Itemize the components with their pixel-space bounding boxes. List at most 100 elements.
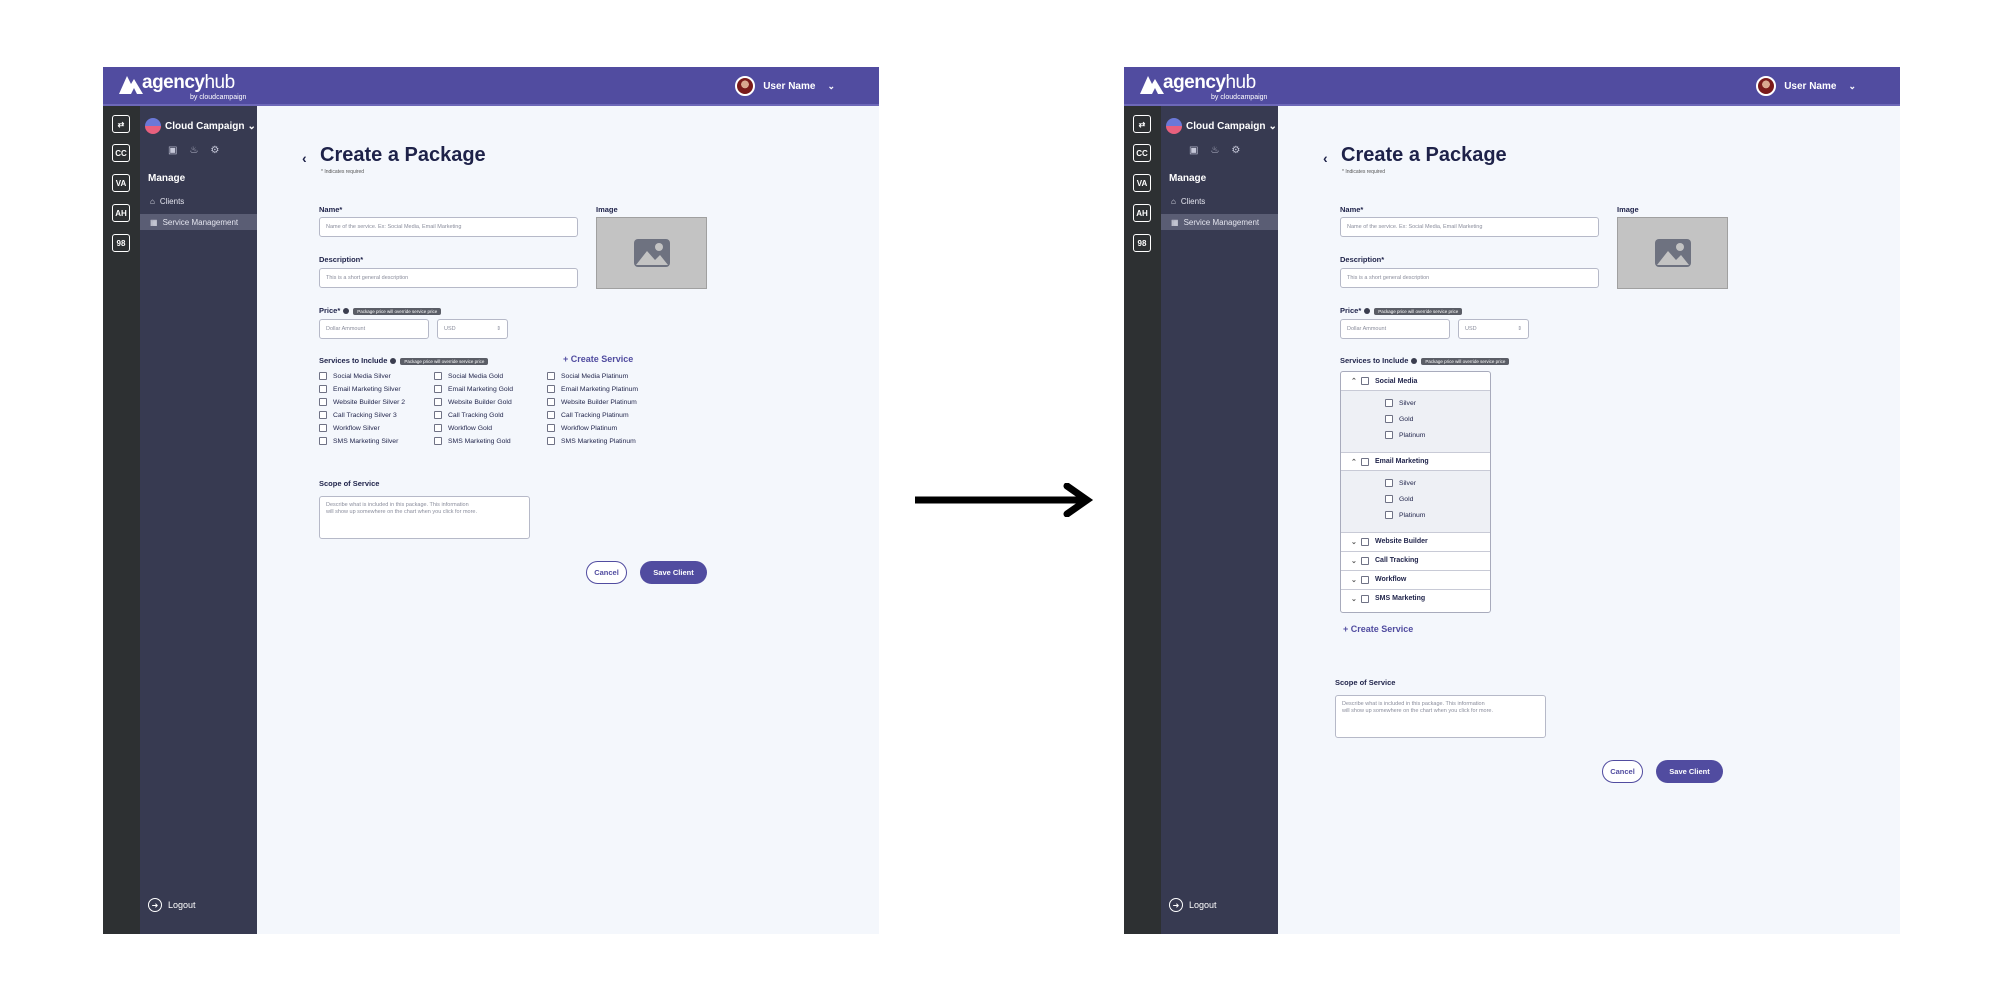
price-field[interactable]: Dollar Ammount xyxy=(319,319,429,339)
user-menu[interactable]: User Name ⌄ xyxy=(1756,76,1856,96)
service-tier-checkbox[interactable]: Platinum xyxy=(1385,511,1425,519)
checkbox-icon[interactable] xyxy=(319,398,327,406)
cancel-button[interactable]: Cancel xyxy=(1602,760,1643,783)
service-group[interactable]: ⌄ Workflow xyxy=(1341,570,1490,588)
service-checkbox[interactable]: Email Marketing Gold xyxy=(434,385,513,393)
service-checkbox[interactable]: Social Media Gold xyxy=(434,372,503,380)
service-checkbox[interactable]: Workflow Gold xyxy=(434,424,492,432)
checkbox-icon[interactable] xyxy=(434,398,442,406)
bell-icon[interactable]: ♨ xyxy=(189,145,198,156)
scope-field[interactable]: Describe what is included in this packag… xyxy=(1335,695,1546,738)
chevron-down-icon[interactable]: ⌄ xyxy=(1351,595,1361,603)
checkbox-icon[interactable] xyxy=(547,385,555,393)
service-checkbox[interactable]: Website Builder Silver 2 xyxy=(319,398,405,406)
checkbox-icon[interactable] xyxy=(1385,399,1393,407)
checkbox-icon[interactable] xyxy=(1385,479,1393,487)
checkbox-icon[interactable] xyxy=(547,372,555,380)
logout-button[interactable]: ➜ Logout xyxy=(148,898,196,912)
back-icon[interactable]: ‹ xyxy=(302,150,307,166)
chevron-up-icon[interactable]: ⌃ xyxy=(1351,458,1361,466)
checkbox-icon[interactable] xyxy=(434,424,442,432)
checkbox-icon[interactable] xyxy=(319,437,327,445)
price-field[interactable]: Dollar Ammount xyxy=(1340,319,1450,339)
rail-account-ah[interactable]: AH xyxy=(1133,204,1151,222)
service-checkbox[interactable]: Social Media Silver xyxy=(319,372,391,380)
save-client-button[interactable]: Save Client xyxy=(1656,760,1723,783)
rail-account-va[interactable]: VA xyxy=(1133,174,1151,192)
cancel-button[interactable]: Cancel xyxy=(586,561,627,584)
service-checkbox[interactable]: Call Tracking Platinum xyxy=(547,411,629,419)
checkbox-icon[interactable] xyxy=(547,424,555,432)
laptop-icon[interactable]: ▣ xyxy=(168,145,177,156)
service-tier-checkbox[interactable]: Gold xyxy=(1385,495,1413,503)
name-field[interactable]: Name of the service. Ex: Social Media, E… xyxy=(1340,217,1599,237)
description-field[interactable]: This is a short general description xyxy=(1340,268,1599,288)
checkbox-icon[interactable] xyxy=(319,372,327,380)
sidebar-item-clients[interactable]: ⌂ Clients xyxy=(1161,193,1278,209)
rail-account-cc[interactable]: CC xyxy=(1133,144,1151,162)
rail-account-98[interactable]: 98 xyxy=(112,234,130,252)
service-group[interactable]: ⌄ Website Builder xyxy=(1341,532,1490,550)
service-tier-checkbox[interactable]: Silver xyxy=(1385,479,1416,487)
service-group[interactable]: ⌃ Social Media xyxy=(1341,372,1490,390)
checkbox-icon[interactable] xyxy=(1361,575,1369,584)
checkbox-icon[interactable] xyxy=(1385,415,1393,423)
name-field[interactable]: Name of the service. Ex: Social Media, E… xyxy=(319,217,578,237)
chevron-down-icon[interactable]: ⌄ xyxy=(1351,538,1361,546)
image-upload[interactable] xyxy=(596,217,707,289)
service-checkbox[interactable]: Email Marketing Silver xyxy=(319,385,401,393)
checkbox-icon[interactable] xyxy=(434,372,442,380)
create-service-button[interactable]: + Create Service xyxy=(563,354,633,364)
checkbox-icon[interactable] xyxy=(434,437,442,445)
sidebar-item-service-management[interactable]: ▦ Service Management xyxy=(1161,214,1278,230)
checkbox-icon[interactable] xyxy=(1361,594,1369,603)
user-menu[interactable]: User Name ⌄ xyxy=(735,76,835,96)
service-checkbox[interactable]: SMS Marketing Gold xyxy=(434,437,511,445)
info-icon[interactable] xyxy=(1364,308,1371,315)
save-client-button[interactable]: Save Client xyxy=(640,561,707,584)
bell-icon[interactable]: ♨ xyxy=(1210,145,1219,156)
checkbox-icon[interactable] xyxy=(547,398,555,406)
checkbox-icon[interactable] xyxy=(1385,495,1393,503)
checkbox-icon[interactable] xyxy=(319,385,327,393)
scope-field[interactable]: Describe what is included in this packag… xyxy=(319,496,530,539)
service-checkbox[interactable]: SMS Marketing Platinum xyxy=(547,437,636,445)
back-icon[interactable]: ‹ xyxy=(1323,150,1328,166)
checkbox-icon[interactable] xyxy=(319,424,327,432)
service-tier-checkbox[interactable]: Silver xyxy=(1385,399,1416,407)
rail-account-va[interactable]: VA xyxy=(112,174,130,192)
chevron-down-icon[interactable]: ⌄ xyxy=(1351,557,1361,565)
info-icon[interactable] xyxy=(390,358,397,365)
gear-icon[interactable]: ⚙ xyxy=(210,145,219,156)
checkbox-icon[interactable] xyxy=(547,411,555,419)
switch-account-icon[interactable]: ⇄ xyxy=(1133,115,1151,133)
service-group[interactable]: ⌄ SMS Marketing xyxy=(1341,589,1490,607)
checkbox-icon[interactable] xyxy=(1361,537,1369,546)
gear-icon[interactable]: ⚙ xyxy=(1231,145,1240,156)
logout-button[interactable]: ➜ Logout xyxy=(1169,898,1217,912)
checkbox-icon[interactable] xyxy=(1361,377,1369,385)
service-tier-checkbox[interactable]: Gold xyxy=(1385,415,1413,423)
service-checkbox[interactable]: Website Builder Platinum xyxy=(547,398,637,406)
image-upload[interactable] xyxy=(1617,217,1728,289)
checkbox-icon[interactable] xyxy=(1361,457,1369,466)
laptop-icon[interactable]: ▣ xyxy=(1189,145,1198,156)
chevron-down-icon[interactable]: ⌄ xyxy=(1351,576,1361,584)
service-checkbox[interactable]: Call Tracking Silver 3 xyxy=(319,411,397,419)
checkbox-icon[interactable] xyxy=(319,411,327,419)
description-field[interactable]: This is a short general description xyxy=(319,268,578,288)
info-icon[interactable] xyxy=(1411,358,1418,365)
checkbox-icon[interactable] xyxy=(434,385,442,393)
service-group[interactable]: ⌄ Call Tracking xyxy=(1341,551,1490,569)
service-checkbox[interactable]: Workflow Platinum xyxy=(547,424,617,432)
rail-account-ah[interactable]: AH xyxy=(112,204,130,222)
service-group[interactable]: ⌃ Email Marketing xyxy=(1341,452,1490,470)
switch-account-icon[interactable]: ⇄ xyxy=(112,115,130,133)
service-checkbox[interactable]: SMS Marketing Silver xyxy=(319,437,398,445)
currency-select[interactable]: USD ⇕ xyxy=(1458,319,1529,339)
checkbox-icon[interactable] xyxy=(1385,511,1393,519)
checkbox-icon[interactable] xyxy=(547,437,555,445)
rail-account-cc[interactable]: CC xyxy=(112,144,130,162)
service-checkbox[interactable]: Call Tracking Gold xyxy=(434,411,504,419)
currency-select[interactable]: USD ⇕ xyxy=(437,319,508,339)
